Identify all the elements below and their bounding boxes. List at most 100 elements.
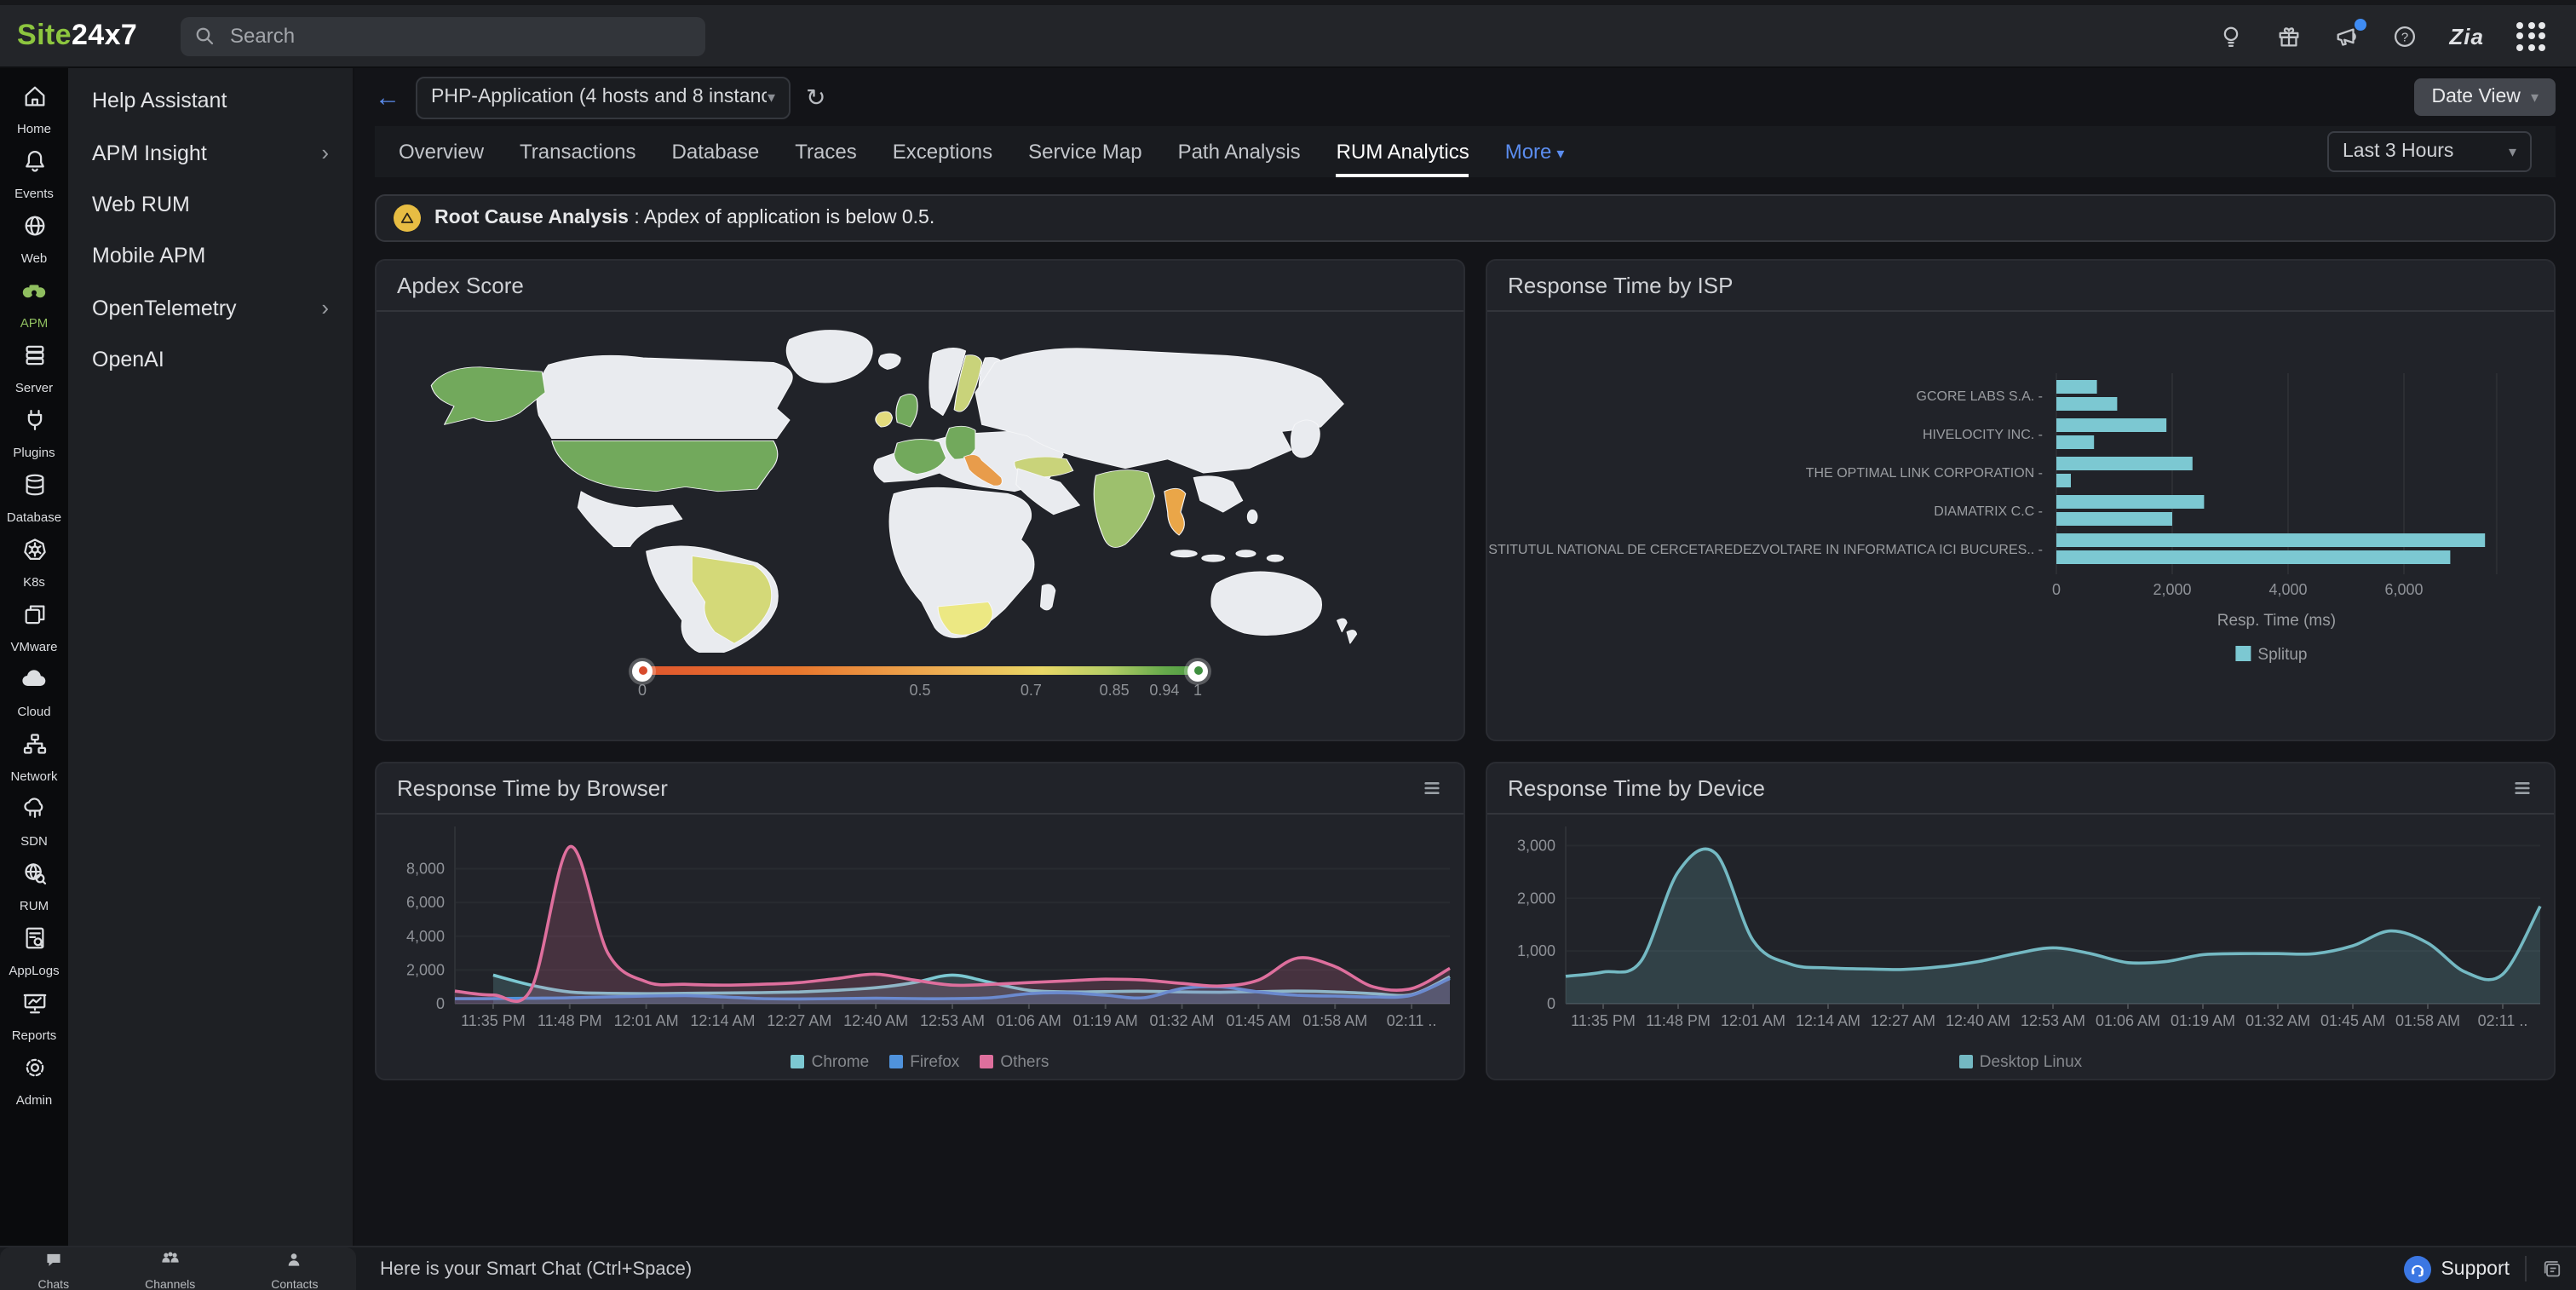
sidebar-item[interactable]: Plugins bbox=[0, 400, 68, 465]
sidebar-item[interactable]: Events bbox=[0, 141, 68, 206]
svg-text:4,000: 4,000 bbox=[406, 928, 445, 945]
svg-text:11:48 PM: 11:48 PM bbox=[538, 1012, 602, 1029]
zia-icon[interactable]: Zia bbox=[2449, 23, 2484, 49]
divider bbox=[2525, 1256, 2527, 1281]
svg-text:11:35 PM: 11:35 PM bbox=[1571, 1012, 1636, 1029]
idea-icon[interactable] bbox=[2217, 23, 2243, 49]
help-icon[interactable]: ? bbox=[2391, 23, 2417, 49]
submenu-item[interactable]: APM Insight › bbox=[68, 126, 353, 179]
site24x7-logo[interactable]: Site24x7 bbox=[0, 19, 181, 53]
svg-text:HIVELOCITY INC. -: HIVELOCITY INC. - bbox=[1923, 428, 2043, 442]
search-input[interactable] bbox=[227, 22, 692, 49]
sidebar-item[interactable]: Reports bbox=[0, 983, 68, 1048]
chat-dock-item[interactable]: Chats bbox=[38, 1247, 70, 1290]
legend-item: Firefox bbox=[889, 1052, 959, 1071]
svg-text:01:32 AM: 01:32 AM bbox=[1150, 1012, 1215, 1029]
chevron-down-icon: ▾ bbox=[2531, 88, 2539, 107]
chevron-down-icon: ▾ bbox=[2509, 142, 2516, 161]
svg-text:3,000: 3,000 bbox=[1517, 837, 1555, 854]
rewards-icon[interactable] bbox=[2275, 23, 2301, 49]
apdex-range-slider[interactable]: 00.50.70.850.941 bbox=[642, 666, 1198, 702]
svg-text:INSTITUTUL NATIONAL DE CERCETA: INSTITUTUL NATIONAL DE CERCETAREDEZVOLTA… bbox=[1487, 543, 2043, 557]
hamburger-menu-icon[interactable] bbox=[1421, 777, 1443, 799]
primary-sidebar: Home Events Web APM Server Plugins bbox=[0, 68, 68, 1246]
legend-item: Others bbox=[980, 1052, 1049, 1071]
sidebar-item[interactable]: SDN bbox=[0, 789, 68, 854]
chevron-down-icon: ▾ bbox=[768, 88, 775, 107]
sidebar-item-icon bbox=[21, 1054, 47, 1088]
chat-dock-item[interactable]: Contacts bbox=[271, 1247, 318, 1290]
main-content: ← PHP-Application (4 hosts and 8 instanc… bbox=[354, 68, 2576, 1246]
tab[interactable]: Database bbox=[672, 126, 760, 177]
greenland bbox=[786, 331, 872, 383]
sidebar-item-icon bbox=[21, 795, 47, 829]
sidebar-item[interactable]: RUM bbox=[0, 854, 68, 919]
time-range-selector[interactable]: Last 3 Hours ▾ bbox=[2327, 131, 2532, 172]
submenu-item[interactable]: Mobile APM bbox=[68, 230, 353, 281]
refresh-icon[interactable]: ↻ bbox=[806, 85, 825, 109]
announcements-icon[interactable] bbox=[2333, 23, 2359, 49]
root-cause-banner: Root Cause Analysis : Apdex of applicati… bbox=[375, 194, 2556, 242]
svg-text:DIAMATRIX C.C -: DIAMATRIX C.C - bbox=[1934, 504, 2043, 519]
sidebar-item[interactable]: K8s bbox=[0, 530, 68, 595]
tab[interactable]: Path Analysis bbox=[1178, 126, 1301, 177]
back-arrow-icon[interactable]: ← bbox=[375, 84, 400, 110]
apps-grid-icon[interactable] bbox=[2516, 21, 2545, 50]
sidebar-item[interactable]: Admin bbox=[0, 1048, 68, 1113]
chat-dock-item[interactable]: Channels bbox=[145, 1247, 195, 1290]
svg-text:01:06 AM: 01:06 AM bbox=[2096, 1012, 2160, 1029]
browser-chart-legend: ChromeFirefoxOthers bbox=[377, 1045, 1463, 1079]
svg-text:2,000: 2,000 bbox=[406, 961, 445, 978]
top-bar: Site24x7 ? Zia bbox=[0, 0, 2576, 68]
svg-text:02:11 ..: 02:11 .. bbox=[2478, 1012, 2528, 1029]
sidebar-item-icon bbox=[21, 147, 47, 181]
svg-text:01:45 AM: 01:45 AM bbox=[2320, 1012, 2385, 1029]
svg-text:01:32 AM: 01:32 AM bbox=[2245, 1012, 2310, 1029]
submenu-item[interactable]: OpenTelemetry › bbox=[68, 281, 353, 334]
slider-scale-labels: 00.50.70.850.941 bbox=[642, 682, 1198, 702]
sidebar-item[interactable]: Cloud bbox=[0, 659, 68, 724]
tab[interactable]: Service Map bbox=[1028, 126, 1141, 177]
warning-icon bbox=[394, 204, 421, 232]
search-icon bbox=[194, 26, 215, 46]
tab[interactable]: More▾ bbox=[1505, 126, 1565, 177]
svg-text:6,000: 6,000 bbox=[2384, 581, 2423, 598]
sidebar-item[interactable]: Server bbox=[0, 336, 68, 400]
svg-text:01:06 AM: 01:06 AM bbox=[997, 1012, 1061, 1029]
global-search[interactable] bbox=[181, 16, 705, 55]
tab[interactable]: RUM Analytics bbox=[1337, 126, 1469, 177]
slider-handle-max[interactable] bbox=[1187, 660, 1208, 681]
slider-handle-min[interactable] bbox=[632, 660, 653, 681]
sidebar-item[interactable]: Database bbox=[0, 465, 68, 530]
sidebar-item-icon bbox=[21, 989, 47, 1023]
support-button[interactable]: Support bbox=[2403, 1255, 2510, 1282]
tab[interactable]: Exceptions bbox=[893, 126, 992, 177]
date-view-button[interactable]: Date View ▾ bbox=[2415, 78, 2556, 116]
sidebar-item[interactable]: Home bbox=[0, 77, 68, 141]
submenu-item[interactable]: Web RUM bbox=[68, 179, 353, 230]
sidebar-item[interactable]: AppLogs bbox=[0, 919, 68, 983]
submenu-item[interactable]: Help Assistant bbox=[68, 75, 353, 126]
hamburger-menu-icon[interactable] bbox=[2511, 777, 2533, 799]
sidebar-item-icon bbox=[21, 406, 47, 441]
tab[interactable]: Overview bbox=[399, 126, 484, 177]
tab[interactable]: Transactions bbox=[520, 126, 636, 177]
sidebar-item[interactable]: Web bbox=[0, 206, 68, 271]
smart-chat-input[interactable]: Here is your Smart Chat (Ctrl+Space) bbox=[356, 1247, 2403, 1290]
sidebar-item[interactable]: VMware bbox=[0, 595, 68, 659]
response-time-by-isp-panel: Response Time by ISP 02,0004,0006,000GCO… bbox=[1486, 259, 2556, 741]
sidebar-item[interactable]: Network bbox=[0, 724, 68, 789]
svg-text:01:19 AM: 01:19 AM bbox=[1073, 1012, 1138, 1029]
philippines bbox=[1247, 510, 1256, 523]
sidebar-item-icon bbox=[21, 83, 47, 117]
sidebar-item[interactable]: APM bbox=[0, 271, 68, 336]
svg-text:12:53 AM: 12:53 AM bbox=[920, 1012, 985, 1029]
svg-text:0: 0 bbox=[436, 995, 445, 1012]
legend-item: Desktop Linux bbox=[1959, 1052, 2082, 1071]
application-selector[interactable]: PHP-Application (4 hosts and 8 instances… bbox=[416, 76, 791, 118]
submenu-item[interactable]: OpenAI bbox=[68, 334, 353, 385]
tab[interactable]: Traces bbox=[795, 126, 856, 177]
apdex-gradient-track[interactable] bbox=[642, 666, 1198, 675]
apdex-world-map[interactable] bbox=[399, 319, 1441, 653]
chat-window-icon[interactable] bbox=[2542, 1258, 2562, 1279]
